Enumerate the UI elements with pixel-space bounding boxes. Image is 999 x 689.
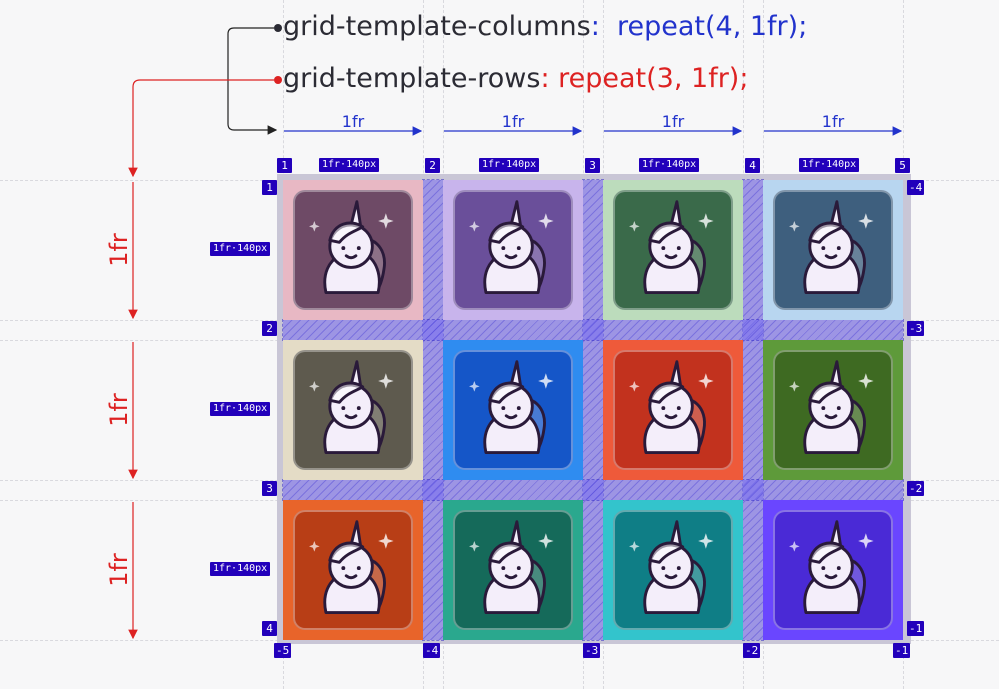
column-track-label: 1fr [661, 112, 685, 131]
grid-cell [283, 180, 423, 320]
column-track-label: 1fr [821, 112, 845, 131]
row-gap [282, 479, 904, 501]
column-size-tag: 1fr·140px [479, 158, 540, 172]
grid-cell [603, 340, 743, 480]
dancing-unicorn-icon [613, 190, 733, 310]
thumbs-up-unicorn-icon [453, 510, 573, 630]
row-line-negative: -2 [907, 481, 925, 496]
starry-unicorn-icon [773, 510, 893, 630]
column-line-number: 3 [585, 158, 600, 173]
row-track-label: 1fr [105, 393, 133, 427]
grid-cell [763, 340, 903, 480]
row-size-tag: 1fr·140px [210, 562, 271, 576]
grid-cell [443, 500, 583, 640]
column-track-label: 1fr [501, 112, 525, 131]
row-line-negative: -1 [907, 621, 925, 636]
column-size-tag: 1fr·140px [639, 158, 700, 172]
column-line-negative: -3 [583, 643, 601, 658]
grid-cell [603, 180, 743, 320]
winking-unicorn-icon [613, 350, 733, 470]
row-track-label: 1fr [105, 553, 133, 587]
grid-cell [443, 340, 583, 480]
grid-cell [443, 180, 583, 320]
row-line-number: 3 [262, 481, 277, 496]
column-line-negative: -2 [743, 643, 761, 658]
column-line-number: 4 [745, 158, 760, 173]
column-line-number: 5 [895, 158, 910, 173]
monocle-unicorn-icon [453, 350, 573, 470]
column-line-number: 2 [425, 158, 440, 173]
rich-unicorn-icon [293, 510, 413, 630]
grid-cell [763, 180, 903, 320]
grid-cell [603, 500, 743, 640]
row-line-negative: -3 [907, 321, 925, 336]
happy-unicorn-icon [613, 510, 733, 630]
row-gap [282, 319, 904, 341]
rows-connector [128, 79, 274, 178]
column-track-label: 1fr [341, 112, 365, 131]
row-line-number: 1 [262, 180, 277, 195]
column-line-negative: -5 [274, 643, 292, 658]
column-line-negative: -1 [893, 643, 911, 658]
column-line-number: 1 [277, 158, 292, 173]
star-eyed-unicorn-icon [293, 350, 413, 470]
grid-cell [763, 500, 903, 640]
column-size-tag: 1fr·140px [799, 158, 860, 172]
column-size-tag: 1fr·140px [319, 158, 380, 172]
column-gap [582, 179, 604, 641]
row-size-tag: 1fr·140px [210, 242, 271, 256]
column-gap [742, 179, 764, 641]
blowing-kiss-unicorn-icon [773, 190, 893, 310]
row-track-label: 1fr [105, 233, 133, 267]
grid-cell [283, 340, 423, 480]
grid-cell [283, 500, 423, 640]
row-line-number: 2 [262, 321, 277, 336]
columns-connector [227, 27, 278, 135]
singing-unicorn-icon [773, 350, 893, 470]
row-line-negative: -4 [907, 180, 925, 195]
column-gap [422, 179, 444, 641]
row-size-tag: 1fr·140px [210, 402, 271, 416]
column-line-negative: -4 [423, 643, 441, 658]
thinking-unicorn-icon [453, 190, 573, 310]
row-line-number: 4 [262, 621, 277, 636]
sleeping-unicorn-icon [293, 190, 413, 310]
